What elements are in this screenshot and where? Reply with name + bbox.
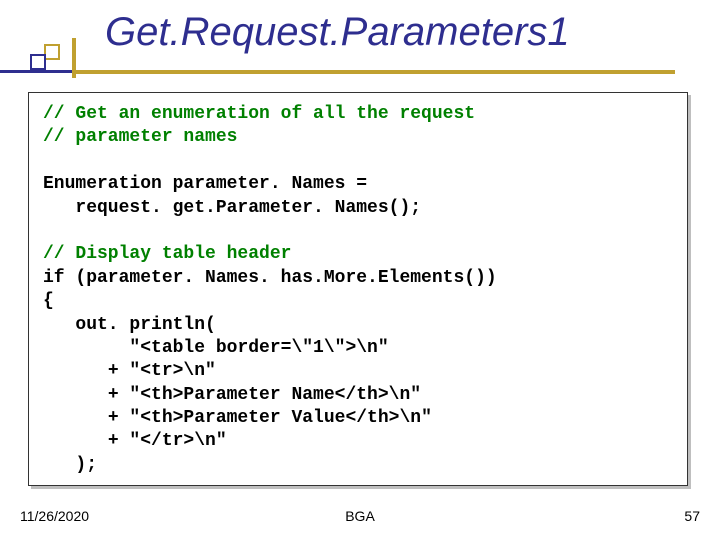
slide: Get.Request.Parameters1 // Get an enumer… <box>0 0 720 540</box>
code-line: + "<th>Parameter Value</th>\n" <box>43 408 432 428</box>
footer-date: 11/26/2020 <box>20 508 89 524</box>
code-line: Enumeration parameter. Names = <box>43 174 367 194</box>
code-line: if (parameter. Names. has.More.Elements(… <box>43 268 497 288</box>
accent-square-icon <box>30 54 46 70</box>
code-line: { <box>43 291 54 311</box>
code-line: + "<th>Parameter Name</th>\n" <box>43 385 421 405</box>
footer-center: BGA <box>345 508 375 524</box>
accent-horizontal-bar-long <box>75 70 675 74</box>
code-line: "<table border=\"1\">\n" <box>43 338 389 358</box>
code-block: // Get an enumeration of all the request… <box>43 103 673 477</box>
code-comment: // Display table header <box>43 244 291 264</box>
code-box: // Get an enumeration of all the request… <box>28 92 688 486</box>
code-line: + "<tr>\n" <box>43 361 216 381</box>
code-line: request. get.Parameter. Names(); <box>43 198 421 218</box>
code-line: ); <box>43 455 97 475</box>
slide-title: Get.Request.Parameters1 <box>105 10 570 55</box>
code-comment: // Get an enumeration of all the request <box>43 104 475 124</box>
code-line: out. println( <box>43 315 216 335</box>
title-area: Get.Request.Parameters1 <box>0 8 720 78</box>
code-line: + "</tr>\n" <box>43 431 227 451</box>
code-comment: // parameter names <box>43 127 237 147</box>
footer: 11/26/2020 BGA 57 <box>0 508 720 530</box>
accent-square-icon <box>44 44 60 60</box>
accent-horizontal-bar-short <box>0 70 72 73</box>
footer-page-number: 57 <box>684 508 700 524</box>
